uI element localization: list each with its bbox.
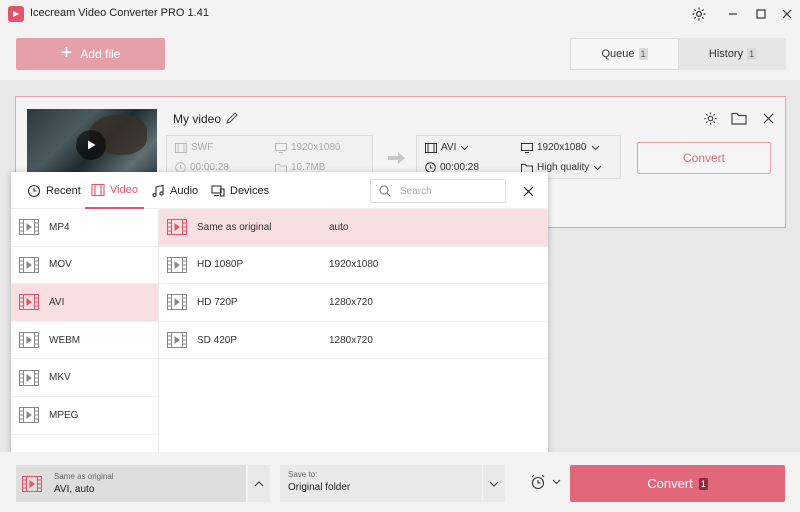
tab-devices-label: Devices	[230, 184, 270, 197]
chevron-down-icon[interactable]	[483, 465, 505, 502]
queue-count-badge: 1	[638, 48, 648, 60]
app-title: Icecream Video Converter PRO 1.41	[30, 7, 209, 19]
tab-audio[interactable]: Audio	[145, 172, 204, 209]
search-icon	[379, 185, 391, 197]
history-count-badge: 1	[747, 48, 757, 60]
source-resolution: 1920x1080	[275, 142, 341, 153]
convert-all-button[interactable]: Convert 1	[570, 465, 785, 502]
video-thumbnail[interactable]	[27, 109, 157, 179]
convert-count-badge: 1	[698, 477, 708, 490]
gear-icon[interactable]	[688, 4, 710, 24]
preset-item-sd-420p[interactable]: SD 420P 1280x720	[159, 322, 548, 360]
tab-recent[interactable]: Recent	[21, 172, 87, 209]
close-popup-icon[interactable]	[519, 182, 537, 200]
title-bar: Icecream Video Converter PRO 1.41	[0, 0, 800, 28]
film-icon	[19, 256, 39, 273]
convert-all-label: Convert	[647, 476, 693, 491]
tab-queue-label: Queue	[601, 48, 635, 60]
music-icon	[152, 184, 164, 197]
tab-video[interactable]: Video	[85, 172, 144, 209]
chevron-down-icon	[552, 479, 561, 485]
plus-icon: +	[60, 42, 73, 64]
save-to-label: Save to:	[288, 470, 318, 479]
format-item-webm[interactable]: WEBM	[11, 322, 158, 360]
format-search[interactable]	[370, 179, 506, 203]
folder-icon[interactable]	[730, 109, 748, 127]
format-item-mov[interactable]: MOV	[11, 247, 158, 285]
chevron-down-icon	[461, 145, 469, 150]
tab-audio-label: Audio	[170, 184, 199, 197]
format-list: MP4 MOV AVI WEBM MKV MPEG	[11, 209, 159, 455]
chevron-down-icon	[591, 145, 599, 150]
edit-pencil-icon[interactable]	[225, 111, 239, 125]
maximize-icon[interactable]	[750, 4, 772, 24]
devices-icon	[211, 184, 225, 197]
format-item-mkv[interactable]: MKV	[11, 359, 158, 397]
film-icon	[167, 332, 187, 349]
film-icon	[91, 183, 105, 196]
tab-queue[interactable]: Queue 1	[570, 38, 679, 70]
remove-item-icon[interactable]	[759, 109, 777, 127]
header: + Add file Queue 1 History 1	[0, 28, 800, 80]
format-item-mpeg[interactable]: MPEG	[11, 397, 158, 435]
tab-history[interactable]: History 1	[679, 38, 786, 70]
alarm-clock-icon	[531, 474, 545, 490]
film-icon	[19, 332, 39, 349]
film-icon	[167, 219, 187, 236]
tab-devices[interactable]: Devices	[205, 172, 275, 209]
search-input[interactable]	[400, 185, 496, 197]
save-to-select[interactable]: Save to: Original folder	[280, 465, 482, 502]
close-icon[interactable]	[776, 4, 798, 24]
preset-item-hd-1080p[interactable]: HD 1080P 1920x1080	[159, 247, 548, 285]
global-format-select[interactable]: Same as original AVI, auto	[16, 465, 246, 502]
tab-video-label: Video	[110, 183, 138, 196]
app-logo-icon	[8, 6, 24, 22]
gear-icon[interactable]	[701, 109, 719, 127]
preset-item-same-as-original[interactable]: Same as original auto	[159, 209, 548, 247]
popup-tabs: Recent Video Audio Devices	[11, 172, 548, 209]
format-select-value: AVI, auto	[54, 484, 95, 495]
tab-recent-label: Recent	[46, 184, 81, 197]
clock-icon	[27, 184, 41, 197]
film-icon	[22, 475, 42, 492]
save-to-value: Original folder	[288, 482, 351, 493]
chevron-down-icon	[593, 165, 602, 170]
film-icon	[167, 294, 187, 311]
add-file-label: Add file	[80, 47, 121, 61]
film-icon	[19, 369, 39, 386]
format-popup: Recent Video Audio Devices MP4 MOV	[11, 172, 548, 455]
format-item-mp4[interactable]: MP4	[11, 209, 158, 247]
chevron-up-icon[interactable]	[248, 465, 270, 502]
video-name: My video	[173, 112, 222, 126]
bottom-bar: Same as original AVI, auto Save to: Orig…	[0, 452, 800, 512]
preset-item-hd-720p[interactable]: HD 720P 1280x720	[159, 284, 548, 322]
film-icon	[19, 219, 39, 236]
item-convert-button[interactable]: Convert	[637, 142, 771, 174]
add-file-button[interactable]: + Add file	[16, 38, 165, 70]
queue-history-toggle: Queue 1 History 1	[570, 38, 786, 70]
play-icon[interactable]	[76, 130, 106, 160]
tab-history-label: History	[708, 48, 744, 60]
film-icon	[167, 256, 187, 273]
film-icon	[19, 294, 39, 311]
output-resolution-select[interactable]: 1920x1080	[521, 142, 600, 153]
minimize-icon[interactable]	[722, 4, 744, 24]
output-format-select[interactable]: AVI	[425, 142, 469, 153]
format-item-avi[interactable]: AVI	[11, 284, 158, 322]
arrow-right-icon	[388, 151, 406, 168]
format-select-label: Same as original	[54, 472, 114, 481]
film-icon	[19, 407, 39, 424]
schedule-button[interactable]	[530, 474, 561, 490]
source-format: SWF	[175, 142, 213, 153]
preset-list: Same as original auto HD 1080P 1920x1080…	[159, 209, 548, 455]
